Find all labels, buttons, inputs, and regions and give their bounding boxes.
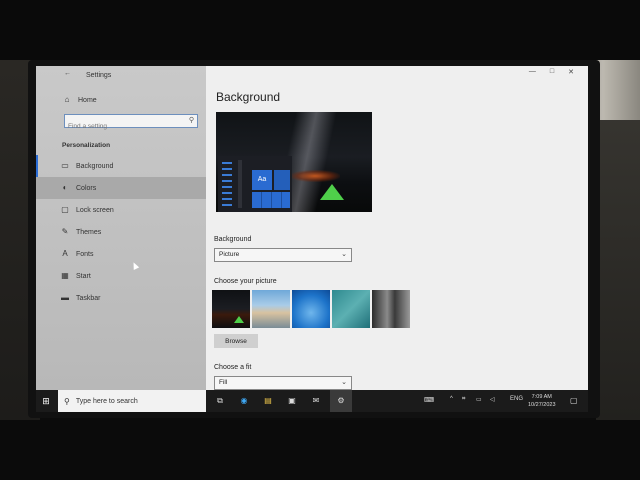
background-bottom	[0, 420, 640, 480]
sidebar-item-taskbar[interactable]: ▬ Taskbar	[36, 287, 206, 309]
picture-thumbnail[interactable]	[212, 290, 250, 328]
monitor-icon: ▢	[61, 205, 69, 214]
choose-picture-label: Choose your picture	[214, 278, 277, 285]
settings-search[interactable]: ⚲	[64, 114, 198, 133]
keyboard-icon[interactable]: ⌨	[424, 396, 434, 404]
chevron-down-icon: ⌄	[341, 251, 347, 258]
back-arrow-icon[interactable]: ←	[64, 70, 71, 77]
store-icon[interactable]: ▣	[286, 395, 298, 407]
search-icon: ⚲	[188, 117, 194, 124]
sidebar-item-themes[interactable]: ✎ Themes	[36, 221, 206, 243]
section-label: Personalization	[62, 142, 111, 149]
file-explorer-icon[interactable]: ▤	[262, 395, 274, 407]
windows-start-icon[interactable]: ⊞	[40, 395, 52, 407]
taskbar-search-placeholder: Type here to search	[75, 397, 138, 405]
palette-icon: ◐	[62, 183, 68, 192]
search-icon: ⚲	[64, 396, 70, 406]
preview-app-list	[222, 162, 232, 206]
sidebar-item-label: Taskbar	[76, 294, 101, 302]
nav-home[interactable]: ⌂ Home	[36, 92, 206, 108]
background-label: Background	[214, 236, 252, 243]
picture-thumbnails	[212, 290, 410, 328]
picture-thumbnail[interactable]	[252, 290, 290, 328]
page-title: Background	[216, 90, 281, 104]
sidebar-item-label: Lock screen	[76, 206, 114, 214]
clock-date: 10/27/2023	[528, 402, 556, 408]
mail-icon[interactable]: ✉	[310, 395, 322, 407]
tray-chevron-icon[interactable]: ^	[450, 396, 453, 402]
sidebar-item-fonts[interactable]: A Fonts	[36, 243, 206, 265]
settings-content: — □ ✕ Background Aa Background Picture ⌄…	[206, 66, 588, 390]
settings-search-input[interactable]	[65, 120, 197, 133]
picture-icon: ▭	[61, 161, 69, 170]
preview-tent	[320, 184, 344, 200]
nav-home-label: Home	[78, 96, 97, 104]
sidebar-item-lock-screen[interactable]: ▢ Lock screen	[36, 199, 206, 221]
clock-time: 7:09 AM	[531, 394, 552, 400]
brush-icon: ✎	[61, 227, 69, 236]
home-icon: ⌂	[64, 95, 70, 104]
preview-tiles	[252, 192, 290, 208]
task-view-icon[interactable]: ⧉	[214, 395, 226, 407]
sidebar-item-label: Fonts	[76, 250, 94, 258]
notification-icon[interactable]: ▢	[570, 396, 578, 405]
fit-dropdown-value: Fill	[219, 379, 228, 386]
preview-divider	[238, 160, 242, 208]
minimize-icon[interactable]: —	[529, 68, 536, 76]
battery-icon[interactable]: ▭	[476, 396, 482, 403]
chevron-down-icon: ⌄	[341, 379, 347, 386]
fit-dropdown[interactable]: Fill ⌄	[214, 376, 352, 390]
font-icon: A	[62, 249, 68, 258]
title-bar: ← Settings	[36, 66, 206, 84]
background-dropdown[interactable]: Picture ⌄	[214, 248, 352, 262]
screen: ← Settings ⌂ Home ⚲ Personalization ▭ Ba…	[36, 66, 588, 412]
nav-list: ▭ Background ◐ Colors ▢ Lock screen ✎ Th…	[36, 155, 206, 309]
settings-sidebar: ← Settings ⌂ Home ⚲ Personalization ▭ Ba…	[36, 66, 206, 390]
background-dropdown-value: Picture	[219, 251, 240, 258]
start-icon: ▦	[61, 271, 69, 280]
background-preview: Aa	[216, 112, 372, 212]
window-controls: — □ ✕	[529, 68, 574, 76]
picture-thumbnail[interactable]	[292, 290, 330, 328]
picture-thumbnail[interactable]	[332, 290, 370, 328]
network-icon[interactable]: ⌗	[462, 396, 465, 403]
close-icon[interactable]: ✕	[568, 68, 574, 76]
volume-icon[interactable]: ◁	[490, 396, 495, 403]
language-indicator[interactable]: ENG	[510, 396, 523, 402]
edge-icon[interactable]: ◉	[238, 395, 250, 407]
sidebar-item-label: Colors	[76, 184, 97, 192]
sidebar-item-label: Themes	[76, 228, 102, 236]
sidebar-item-label: Start	[76, 272, 91, 280]
preview-horizon-glow	[290, 170, 340, 182]
sidebar-item-label: Background	[76, 162, 114, 170]
picture-thumbnail[interactable]	[372, 290, 410, 328]
sidebar-item-colors[interactable]: ◐ Colors	[36, 177, 206, 199]
clock[interactable]: 7:09 AM 10/27/2023	[528, 393, 556, 409]
window-title: Settings	[86, 71, 112, 79]
settings-gear-icon[interactable]: ⚙	[330, 390, 352, 412]
sidebar-item-start[interactable]: ▦ Start	[36, 265, 206, 287]
taskbar-search[interactable]: ⚲ Type here to search	[58, 390, 206, 412]
choose-fit-label: Choose a fit	[214, 364, 252, 371]
background-top	[0, 0, 640, 60]
sidebar-item-background[interactable]: ▭ Background	[36, 155, 206, 177]
taskbar: ⊞ ⚲ Type here to search ⧉ ◉ ▤ ▣ ✉ ⚙ ⌨ ^ …	[36, 390, 588, 412]
browse-button[interactable]: Browse	[214, 334, 258, 348]
maximize-icon[interactable]: □	[550, 68, 554, 76]
preview-tile-side	[274, 170, 290, 190]
taskbar-icon: ▬	[61, 293, 69, 302]
preview-tile: Aa	[252, 170, 272, 190]
